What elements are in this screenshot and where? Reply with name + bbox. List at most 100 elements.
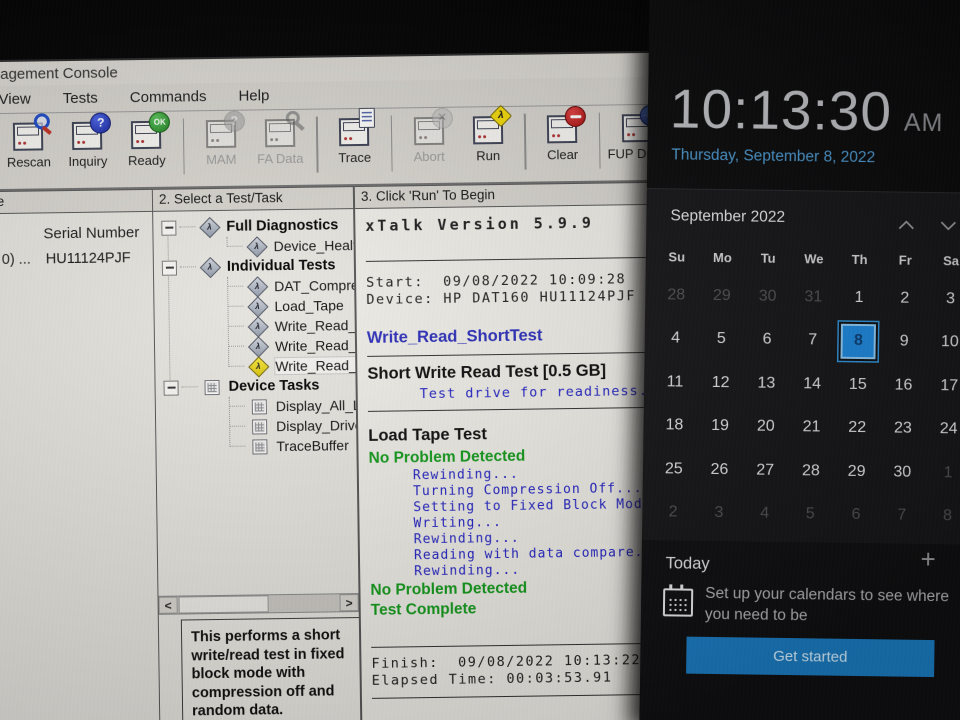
calendar-day[interactable]: 25	[651, 447, 697, 491]
toolbar-button-trace[interactable]: Trace	[325, 107, 385, 166]
menu-tests[interactable]: Tests	[63, 90, 98, 107]
calendar-day[interactable]: 3	[927, 277, 960, 321]
calendar-day[interactable]: 8	[924, 494, 960, 538]
grid-icon	[248, 416, 270, 436]
calendar-day[interactable]: 6	[744, 318, 790, 362]
toolbar-button-mam: ? MAM	[191, 110, 251, 168]
calendar-day[interactable]: 17	[926, 364, 960, 408]
tree-item-write-read-f[interactable]: λ Write_Read_F	[155, 315, 362, 338]
device-drive-icon	[339, 107, 376, 147]
tree-item-display-all-l[interactable]: Display_All_L	[156, 395, 361, 418]
tree-item-dat-compre[interactable]: λ DAT_Compre	[154, 275, 359, 298]
calendar-day[interactable]: 28	[788, 449, 834, 493]
tree-connector	[227, 285, 244, 288]
calendar-day[interactable]: 22	[834, 406, 880, 450]
calendar-day[interactable]: 5	[698, 317, 744, 361]
clock-date[interactable]: Thursday, September 8, 2022	[671, 146, 875, 167]
calendar-day[interactable]: 30	[879, 450, 925, 494]
calendar-day[interactable]: 29	[833, 450, 879, 494]
calendar-day[interactable]: 7	[879, 494, 925, 538]
tree-expander-icon[interactable]	[161, 260, 178, 276]
calendar-day[interactable]: 26	[696, 448, 742, 492]
scroll-track[interactable]	[269, 594, 340, 612]
tree-connector	[228, 405, 245, 408]
calendar-day[interactable]: 14	[789, 362, 835, 406]
tree-item-label: Display_All_L	[275, 396, 361, 415]
tree-hscrollbar[interactable]: < >	[158, 593, 359, 615]
runner-glyph: λ	[255, 341, 261, 351]
menu-view[interactable]: View	[0, 91, 31, 108]
tree-item-write-read-s[interactable]: λ Write_Read_S	[155, 355, 363, 378]
question-blue-icon: ?	[90, 112, 112, 134]
add-event-icon[interactable]: +	[920, 544, 936, 575]
tree-item-device-tasks[interactable]: Device Tasks	[155, 375, 355, 398]
calendar-day[interactable]: 3	[696, 491, 742, 535]
calendar-day[interactable]: 4	[652, 317, 698, 361]
runner-glyph: λ	[207, 262, 213, 272]
calendar-day[interactable]: 23	[880, 407, 926, 451]
calendar-day[interactable]: 31	[790, 275, 836, 319]
tree-connector	[226, 245, 243, 248]
calendar-day-header: Mo	[712, 249, 732, 265]
calendar-day[interactable]: 8	[835, 319, 881, 363]
calendar-day[interactable]: 15	[835, 363, 881, 407]
calendar-day[interactable]: 28	[653, 273, 699, 317]
runner-glyph: λ	[254, 241, 259, 251]
grid-icon	[251, 418, 267, 435]
toolbar-separator	[182, 118, 186, 175]
tree-item-full-diagnostics[interactable]: λ Full Diagnostics	[153, 215, 353, 238]
runner-diamond-icon: λ	[247, 355, 269, 378]
calendar-day[interactable]: 13	[743, 361, 789, 405]
calendar-day[interactable]: 7	[790, 319, 836, 363]
calendar-day[interactable]: 18	[651, 404, 697, 448]
toolbar-button-inquiry[interactable]: ? Inquiry	[58, 112, 118, 169]
calendar-day[interactable]: 29	[699, 274, 745, 318]
calendar-day[interactable]: 6	[833, 493, 879, 537]
calendar-day[interactable]: 2	[882, 276, 928, 320]
no-entry-icon	[564, 105, 587, 128]
tree-item-label: Device_Healt	[273, 237, 357, 255]
tree-item-write-read-m[interactable]: λ Write_Read_M	[155, 335, 362, 358]
scroll-right-arrow[interactable]: >	[339, 594, 359, 612]
tree-expander-icon[interactable]	[161, 220, 177, 236]
calendar-day-header: Tu	[760, 250, 776, 266]
toolbar-button-rescan[interactable]: Rescan	[0, 118, 58, 170]
calendar-day[interactable]: 9	[881, 320, 927, 364]
tree-item-device-healt[interactable]: λ Device_Healt	[153, 235, 357, 258]
toolbar-button-ready[interactable]: OK Ready	[117, 111, 177, 169]
tree-expander-icon[interactable]	[163, 380, 179, 396]
calendar-day[interactable]: 11	[652, 360, 698, 404]
device-drive-icon	[547, 105, 587, 144]
calendar-day[interactable]: 1	[836, 276, 882, 320]
calendar-day[interactable]: 19	[697, 404, 743, 448]
tree-item-display-drive[interactable]: Display_Drive	[156, 415, 362, 438]
calendar-day[interactable]: 24	[925, 407, 960, 451]
clock-time-value: 10:13:30	[669, 77, 893, 143]
window-title: agement Console	[0, 64, 118, 83]
calendar-day[interactable]: 5	[787, 493, 833, 537]
calendar-day[interactable]: 30	[744, 274, 790, 318]
calendar-day[interactable]: 2	[650, 491, 696, 535]
toolbar-button-run[interactable]: λ Run	[458, 104, 518, 164]
toolbar-button-clear[interactable]: Clear	[533, 105, 593, 163]
calendar-day[interactable]: 21	[788, 406, 834, 450]
tree-item-tracebuffer[interactable]: TraceBuffer	[156, 435, 356, 458]
menu-help[interactable]: Help	[238, 87, 269, 104]
menu-commands[interactable]: Commands	[130, 88, 207, 106]
tree-item-load-tape[interactable]: λ Load_Tape	[154, 295, 354, 318]
calendar-day[interactable]: 16	[880, 363, 926, 407]
device-row[interactable]: 0) ... HU11124PJF	[0, 250, 154, 273]
calendar-day[interactable]: 27	[742, 448, 788, 492]
scroll-left-arrow[interactable]: <	[158, 596, 178, 614]
calendar-day[interactable]: 20	[743, 405, 789, 449]
get-started-button[interactable]: Get started	[686, 636, 935, 678]
calendar-day[interactable]: 10	[927, 320, 960, 364]
tree-item-individual-tests[interactable]: λ Individual Tests	[154, 255, 354, 278]
calendar-day[interactable]: 1	[925, 451, 960, 495]
scroll-thumb[interactable]	[178, 595, 269, 614]
calendar-day[interactable]: 4	[741, 492, 787, 536]
calendar-day[interactable]: 12	[698, 361, 744, 405]
calendar-next-button[interactable]	[940, 217, 956, 231]
calendar-day-header: Su	[668, 248, 686, 265]
calendar-prev-button[interactable]	[898, 217, 914, 230]
